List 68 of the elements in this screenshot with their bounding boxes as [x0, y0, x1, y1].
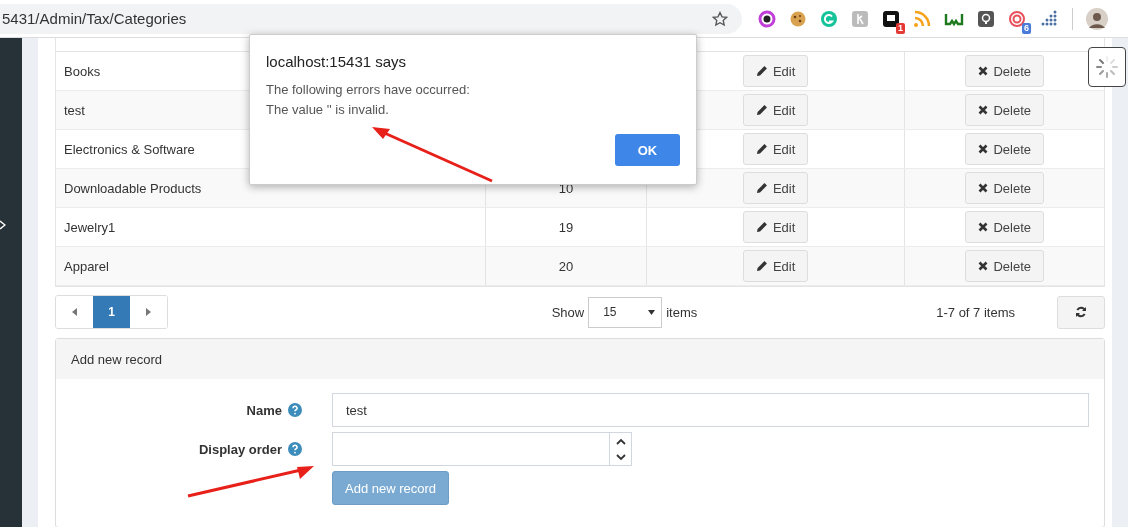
avatar-icon[interactable] — [1086, 7, 1108, 30]
field-label: Display order — [198, 441, 282, 457]
ring-icon[interactable] — [758, 9, 776, 28]
pencil-icon — [755, 221, 768, 233]
help-icon[interactable] — [288, 442, 302, 456]
close-icon — [978, 261, 989, 271]
page-size-select[interactable]: 15 — [588, 296, 663, 328]
table-cell: Electronics & Software — [64, 141, 195, 157]
cookie-icon[interactable] — [789, 9, 807, 28]
refresh-icon — [1075, 306, 1087, 318]
items-label: items — [666, 304, 698, 320]
pencil-icon — [755, 104, 768, 116]
close-icon — [978, 222, 989, 232]
dialog-message: The value '' is invalid. — [266, 101, 390, 119]
delete-button[interactable]: Delete — [965, 211, 1044, 243]
ok-button[interactable]: OK — [615, 134, 680, 166]
table-cell: Downloadable Products — [64, 180, 202, 196]
edit-button[interactable]: Edit — [742, 133, 809, 165]
spinner-icon — [1095, 55, 1119, 79]
show-label: Show — [551, 304, 585, 320]
delete-button[interactable]: Delete — [965, 250, 1044, 282]
name-field[interactable]: test — [332, 393, 1089, 427]
down-chevron-icon[interactable] — [615, 453, 626, 461]
pencil-icon — [755, 65, 768, 77]
badge: 6 — [1022, 22, 1031, 34]
page-button[interactable]: 1 — [93, 296, 130, 328]
caret-icon — [648, 309, 656, 315]
table-cell: 19 — [558, 219, 574, 235]
square-app-icon[interactable] — [882, 9, 900, 28]
close-icon — [978, 144, 989, 154]
badge: 1 — [896, 22, 905, 34]
close-icon — [978, 183, 989, 193]
edit-button[interactable]: Edit — [742, 55, 809, 87]
bulb-icon[interactable] — [977, 9, 995, 28]
refresh-button[interactable] — [1057, 295, 1105, 329]
field-label: Name — [246, 402, 282, 418]
left-triangle-icon — [72, 308, 77, 316]
edit-button[interactable]: Edit — [742, 211, 809, 243]
star-icon[interactable] — [712, 10, 728, 27]
table-cell: Jewelry1 — [64, 219, 116, 235]
pencil-icon — [755, 182, 768, 194]
dialog-title: localhost:15431 says — [266, 53, 408, 70]
table-cell: test — [64, 102, 85, 118]
panel-title: Add new record — [71, 351, 163, 367]
table-cell: Apparel — [64, 258, 109, 274]
dialog-message: The following errors have occurred: — [266, 81, 471, 99]
right-triangle-icon — [146, 308, 151, 316]
edit-button[interactable]: Edit — [742, 250, 809, 282]
dots-grid-icon[interactable] — [1039, 9, 1059, 28]
table-cell: Books — [64, 63, 101, 79]
items-summary: 1-7 of 7 items — [936, 304, 1015, 320]
help-icon[interactable] — [288, 403, 302, 417]
table-cell: 20 — [558, 258, 574, 274]
close-icon — [978, 66, 989, 76]
delete-button[interactable]: Delete — [965, 94, 1044, 126]
edit-button[interactable]: Edit — [742, 94, 809, 126]
close-icon — [978, 105, 989, 115]
delete-button[interactable]: Delete — [965, 55, 1044, 87]
chevron-icon[interactable] — [0, 220, 6, 230]
pencil-icon — [755, 260, 768, 272]
url-text: 5431/Admin/Tax/Categories — [2, 10, 187, 27]
up-chevron-icon[interactable] — [615, 437, 626, 445]
delete-button[interactable]: Delete — [965, 172, 1044, 204]
edit-button[interactable]: Edit — [742, 172, 809, 204]
pencil-icon — [755, 143, 768, 155]
display-order-field[interactable] — [332, 432, 632, 466]
delete-button[interactable]: Delete — [965, 133, 1044, 165]
address-bar[interactable]: 5431/Admin/Tax/Categories — [0, 3, 742, 34]
